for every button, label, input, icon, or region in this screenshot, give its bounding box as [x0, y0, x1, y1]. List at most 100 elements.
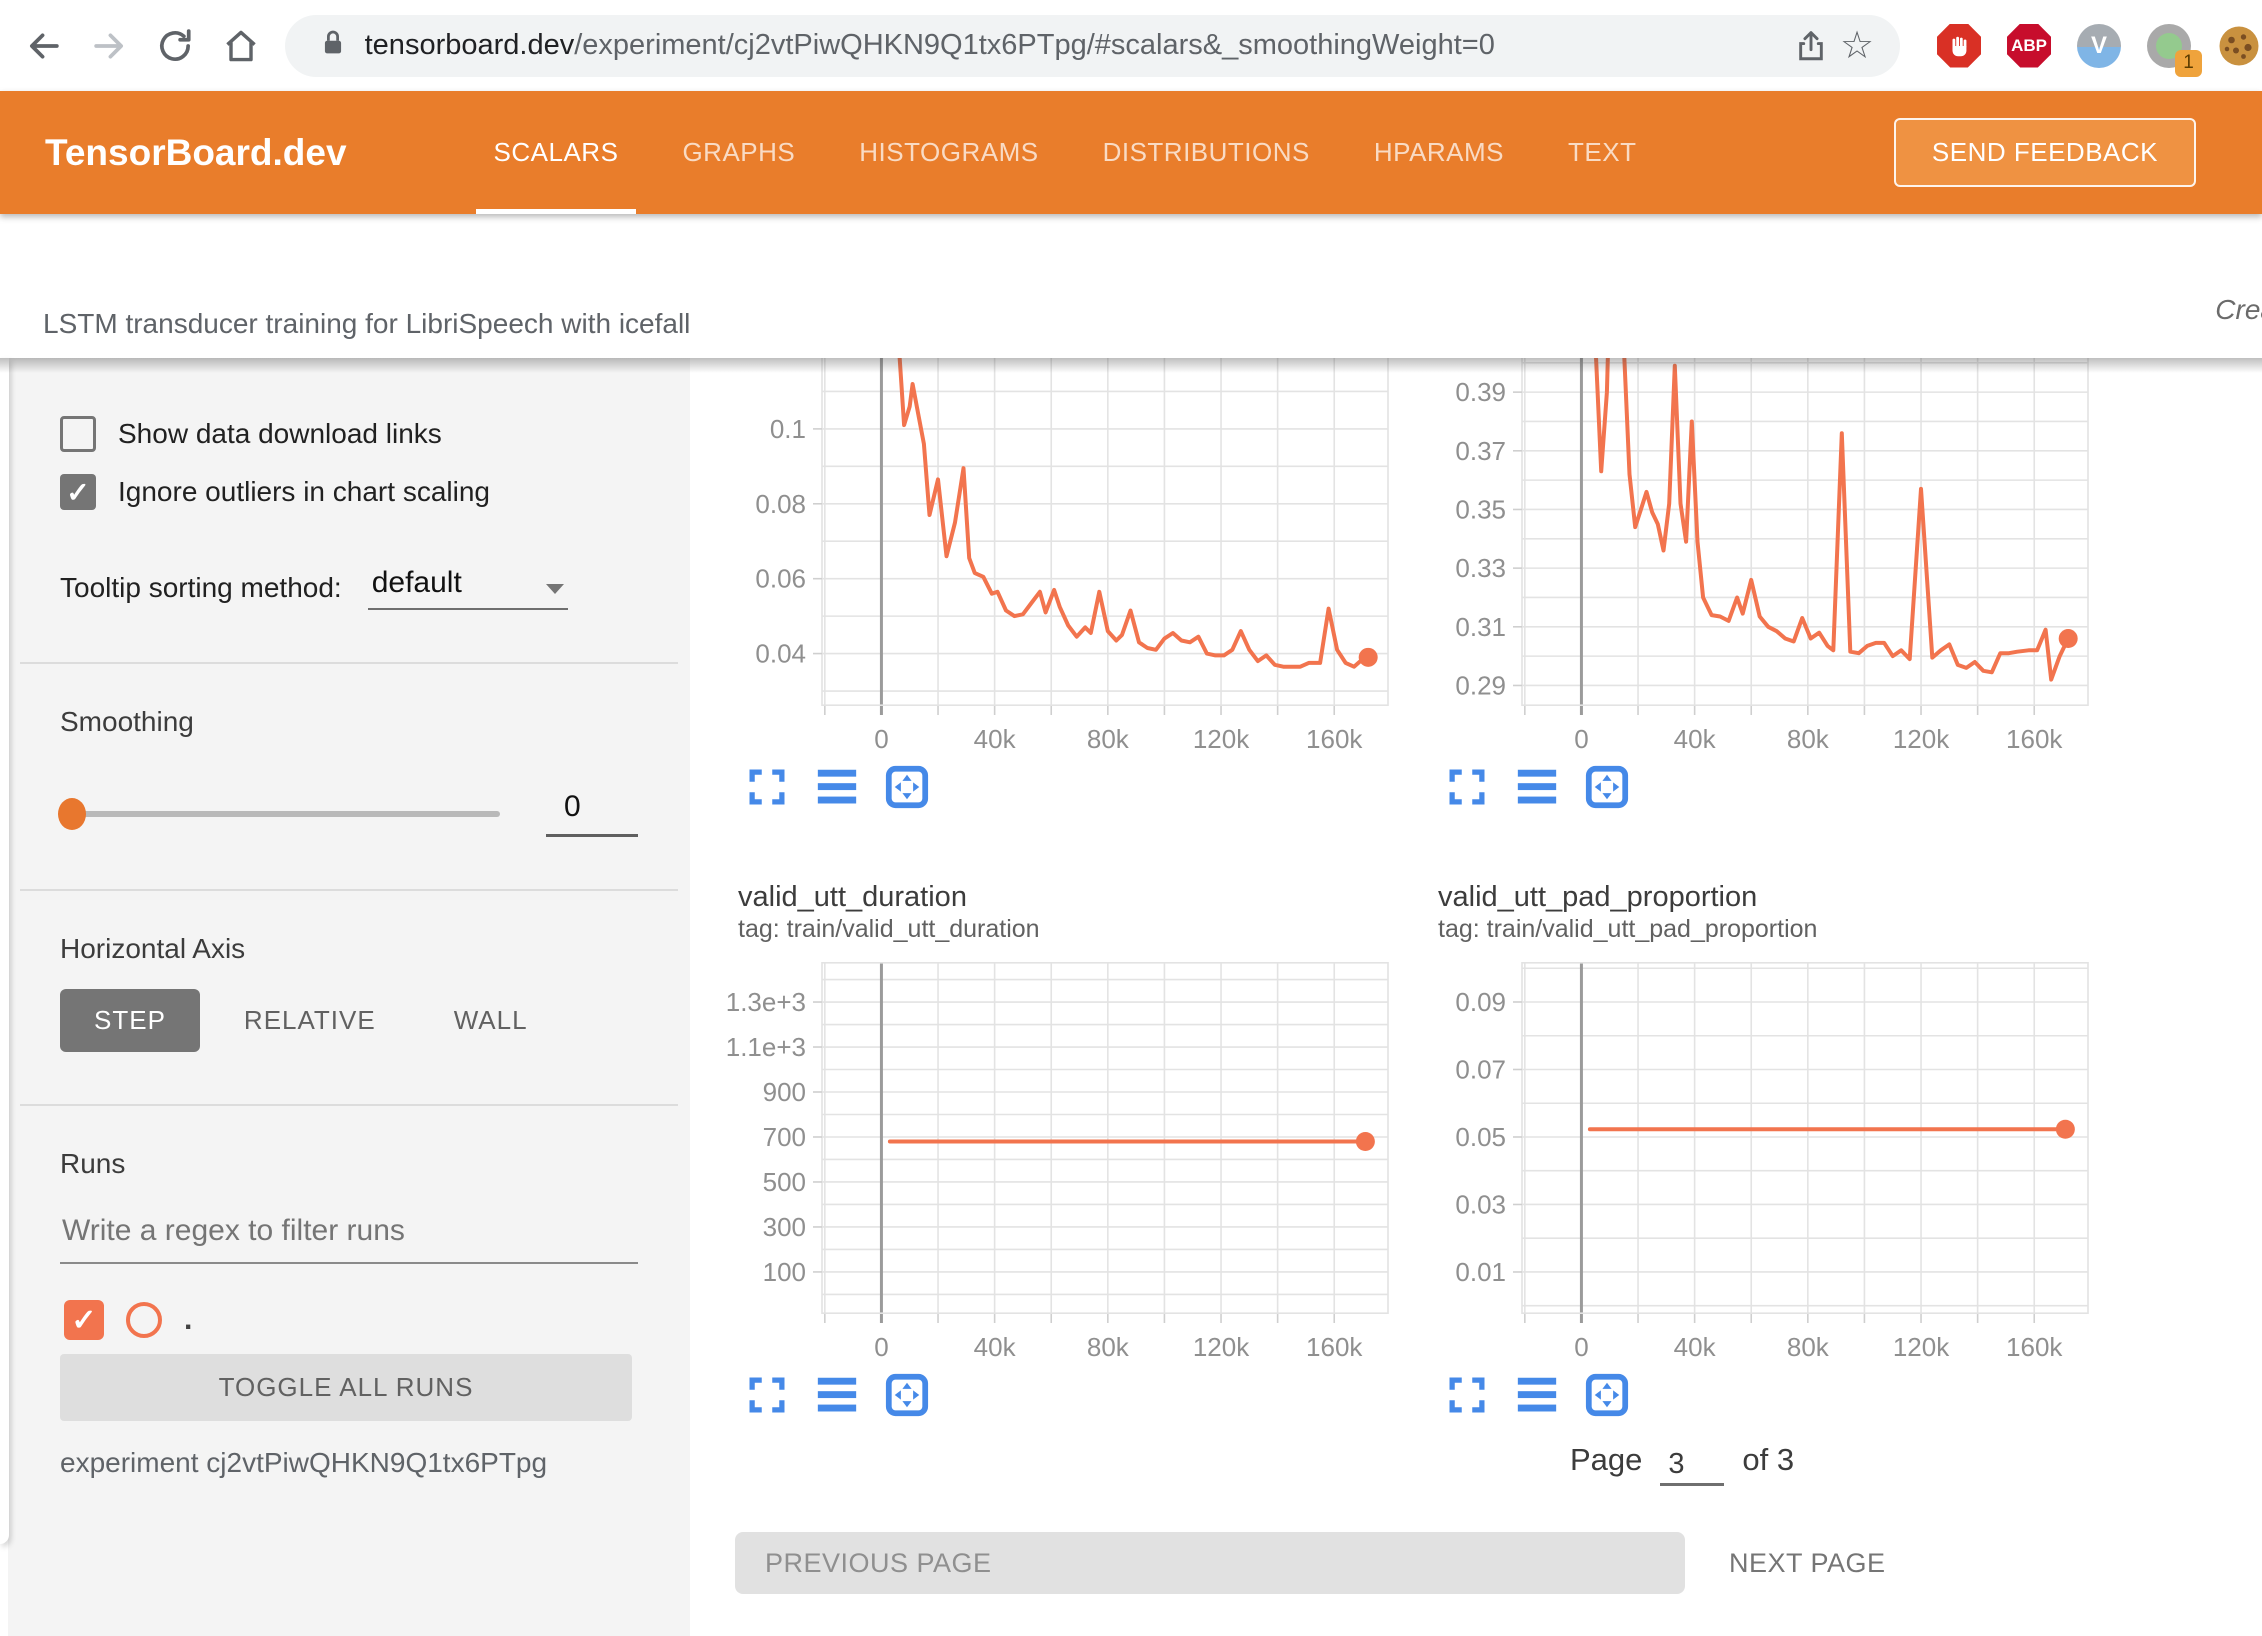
fit-domain-icon[interactable] — [884, 1372, 930, 1418]
runs-list-icon[interactable] — [1514, 764, 1560, 810]
svg-text:0.04: 0.04 — [755, 639, 806, 669]
svg-text:700: 700 — [763, 1122, 806, 1152]
svg-text:0.29: 0.29 — [1455, 670, 1506, 700]
svg-text:160k: 160k — [2006, 724, 2063, 754]
fit-domain-icon[interactable] — [884, 764, 930, 810]
runs-list-icon[interactable] — [814, 764, 860, 810]
tooltip-sorting-select[interactable]: default — [368, 566, 568, 610]
chart-row-clipped: tag: train/… 0.040.060.080.1040k80k120k1… — [690, 358, 2262, 850]
svg-text:0: 0 — [874, 1332, 888, 1362]
url-text[interactable]: tensorboard.dev/experiment/cj2vtPiwQHKN9… — [365, 29, 1788, 62]
fit-domain-icon[interactable] — [1584, 1372, 1630, 1418]
chart-cell: tag: train/… 0.290.310.330.350.370.39040… — [1400, 358, 2100, 850]
fit-domain-icon[interactable] — [1584, 764, 1630, 810]
run-color-icon[interactable] — [126, 1302, 162, 1338]
run-name: . — [184, 1303, 192, 1337]
vimium-extension-icon[interactable]: V — [2076, 23, 2122, 69]
svg-text:120k: 120k — [1893, 724, 1950, 754]
chart-actions — [1444, 764, 2100, 810]
ignore-outliers-checkbox[interactable]: ✓ — [60, 474, 96, 510]
experiment-header: Crea LSTM transducer training for LibriS… — [0, 214, 2262, 358]
svg-text:0.08: 0.08 — [755, 489, 806, 519]
svg-text:100: 100 — [763, 1257, 806, 1287]
chart-cell: valid_utt_duration tag: train/valid_utt_… — [700, 880, 1400, 1418]
cookie-extension-icon[interactable] — [2216, 23, 2262, 69]
url-host: tensorboard.dev — [365, 29, 575, 61]
chart-card: tag: train/… 0.290.310.330.350.370.39040… — [1400, 358, 2100, 810]
previous-page-button[interactable]: PREVIOUS PAGE — [735, 1532, 1685, 1594]
active-tab-underline — [476, 209, 637, 214]
divider — [20, 662, 678, 664]
tab-text[interactable]: TEXT — [1536, 91, 1668, 214]
chart-tag: tag: train/valid_utt_duration — [700, 914, 1400, 944]
bookmark-star-icon[interactable]: ☆ — [1834, 23, 1880, 69]
tab-graphs[interactable]: GRAPHS — [650, 91, 827, 214]
tab-histograms[interactable]: HISTOGRAMS — [827, 91, 1070, 214]
fullscreen-icon[interactable] — [1444, 764, 1490, 810]
svg-text:500: 500 — [763, 1167, 806, 1197]
send-feedback-button[interactable]: SEND FEEDBACK — [1894, 118, 2196, 187]
back-icon[interactable] — [22, 24, 66, 68]
svg-text:160k: 160k — [1306, 1332, 1363, 1362]
forward-icon[interactable] — [88, 24, 132, 68]
run-checkbox[interactable]: ✓ — [64, 1300, 104, 1340]
chart-cell: valid_utt_pad_proportion tag: train/vali… — [1400, 880, 2100, 1418]
next-page-button[interactable]: NEXT PAGE — [1729, 1548, 1886, 1579]
svg-text:40k: 40k — [1674, 1332, 1717, 1362]
share-icon[interactable] — [1788, 23, 1834, 69]
svg-text:120k: 120k — [1193, 1332, 1250, 1362]
url-path: /experiment/cj2vtPiwQHKN9Q1tx6PTpg/#scal… — [574, 29, 1495, 61]
toggle-all-runs-button[interactable]: TOGGLE ALL RUNS — [60, 1354, 632, 1421]
scalar-chart[interactable]: 0.040.060.080.1040k80k120k160k — [700, 358, 1400, 756]
smoothing-slider[interactable] — [60, 811, 500, 817]
divider — [20, 889, 678, 891]
created-text-truncated: Crea — [2215, 294, 2262, 326]
tab-distributions[interactable]: DISTRIBUTIONS — [1071, 91, 1342, 214]
tab-hparams[interactable]: HPARAMS — [1342, 91, 1536, 214]
svg-text:0.05: 0.05 — [1455, 1122, 1506, 1152]
reload-icon[interactable] — [153, 24, 197, 68]
scalar-chart[interactable]: 1003005007009001.1e+31.3e+3040k80k120k16… — [700, 962, 1400, 1364]
check-icon: ✓ — [66, 476, 89, 509]
svg-text:0.01: 0.01 — [1455, 1257, 1506, 1287]
page-number-input[interactable] — [1660, 1448, 1724, 1483]
experiment-title: LSTM transducer training for LibriSpeech… — [43, 308, 690, 340]
tab-scalars[interactable]: SCALARS — [462, 91, 651, 214]
runs-list-icon[interactable] — [1514, 1372, 1560, 1418]
runs-filter-input[interactable] — [60, 1214, 638, 1262]
scalar-chart[interactable]: 0.290.310.330.350.370.39040k80k120k160k — [1400, 358, 2100, 756]
adblock-extension-icon[interactable] — [1936, 23, 1982, 69]
chart-actions — [1444, 1372, 2100, 1418]
smoothing-slider-handle[interactable] — [58, 798, 86, 830]
scalar-chart[interactable]: 0.010.030.050.070.09040k80k120k160k — [1400, 962, 2100, 1364]
home-icon[interactable] — [219, 24, 263, 68]
svg-text:40k: 40k — [974, 1332, 1017, 1362]
settings-sidebar: Show data download links ✓ Ignore outlie… — [8, 358, 690, 1636]
fullscreen-icon[interactable] — [744, 764, 790, 810]
browser-toolbar: tensorboard.dev/experiment/cj2vtPiwQHKN9… — [0, 0, 2262, 91]
axis-relative-button[interactable]: RELATIVE — [210, 989, 410, 1052]
axis-step-button[interactable]: STEP — [60, 989, 200, 1052]
privacy-extension-icon[interactable]: 1 — [2146, 23, 2192, 69]
smoothing-label: Smoothing — [60, 706, 690, 738]
app-header: TensorBoard.dev SCALARS GRAPHS HISTOGRAM… — [0, 91, 2262, 214]
svg-text:160k: 160k — [1306, 724, 1363, 754]
svg-text:1.3e+3: 1.3e+3 — [726, 987, 806, 1017]
axis-wall-button[interactable]: WALL — [420, 989, 562, 1052]
address-bar[interactable]: tensorboard.dev/experiment/cj2vtPiwQHKN9… — [285, 15, 1900, 77]
smoothing-value-field[interactable] — [546, 790, 638, 837]
smoothing-value-input[interactable] — [546, 790, 638, 834]
chart-row: valid_utt_duration tag: train/valid_utt_… — [690, 880, 2262, 1418]
horizontal-axis-label: Horizontal Axis — [60, 933, 690, 965]
svg-text:120k: 120k — [1893, 1332, 1950, 1362]
runs-list-icon[interactable] — [814, 1372, 860, 1418]
tooltip-sorting-row: Tooltip sorting method: default — [60, 566, 690, 610]
divider — [20, 1104, 678, 1106]
page-number-field[interactable] — [1660, 1448, 1724, 1486]
abp-extension-icon[interactable]: ABP — [2006, 23, 2052, 69]
lock-icon — [319, 28, 347, 63]
fullscreen-icon[interactable] — [744, 1372, 790, 1418]
svg-text:80k: 80k — [1787, 1332, 1830, 1362]
show-download-links-checkbox[interactable] — [60, 416, 96, 452]
fullscreen-icon[interactable] — [1444, 1372, 1490, 1418]
